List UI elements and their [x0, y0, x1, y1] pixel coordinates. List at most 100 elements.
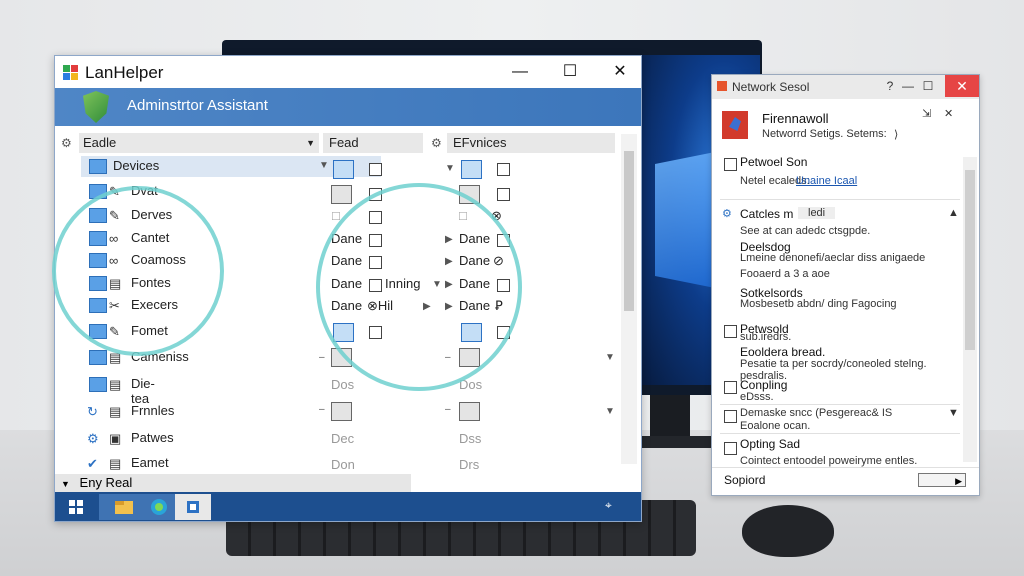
chevron-down-icon[interactable]: ▼	[605, 406, 615, 417]
share-icon: ↻	[87, 404, 98, 419]
section-title: Conpling	[740, 378, 788, 392]
cell-value: Dos	[331, 377, 355, 392]
section-line: eDsss.	[740, 391, 774, 403]
section-line: See at can adedc ctsgpde.	[740, 225, 871, 237]
pin-icon[interactable]: ⇲	[922, 107, 931, 120]
close-icon[interactable]: ✕	[944, 107, 953, 120]
footer-button[interactable]: ▶	[918, 473, 966, 487]
column-header-3[interactable]: EFvnices	[447, 133, 615, 153]
lanhelper-logo-icon	[63, 65, 79, 81]
minimize-button[interactable]: —	[507, 61, 533, 83]
section-title: Demaske sncc (Pesgereac& IS	[740, 407, 893, 419]
check-icon: ✔	[87, 456, 98, 471]
divider	[720, 199, 960, 200]
folder-icon	[89, 377, 107, 392]
cell-value: Dss	[459, 431, 482, 446]
section-line: Pesatie ta per socrdy/coneoled stelng.	[740, 358, 927, 370]
divider	[720, 404, 960, 405]
document-icon: ▤	[109, 377, 122, 392]
chevron-down-icon[interactable]: ▼	[948, 407, 959, 419]
chevron-right-icon[interactable]: ⟩	[894, 128, 898, 141]
tree-row[interactable]: Devices ▼	[83, 157, 329, 177]
checkbox[interactable]	[369, 163, 382, 176]
folder-icon	[89, 159, 107, 174]
firewall-icon	[722, 111, 748, 139]
highlight-circle	[316, 183, 522, 391]
checkbox[interactable]	[724, 158, 737, 171]
windows-start-icon[interactable]	[63, 494, 89, 520]
section-link[interactable]: Unaine Icaal	[796, 175, 857, 187]
close-button[interactable]: ✕	[607, 61, 633, 83]
status-box	[461, 160, 482, 179]
status-box	[331, 185, 352, 204]
cell-value: Drs	[459, 457, 480, 472]
app-icon	[717, 81, 727, 91]
checkbox[interactable]	[497, 163, 510, 176]
section-line: Fooaerd a 3 a aoe	[740, 268, 830, 280]
section-line: Cointect entoodel poweiryme entles.	[740, 455, 918, 467]
status-box	[333, 160, 354, 179]
section-line: sub.iredrs.	[740, 331, 792, 343]
document-icon: ▤	[109, 404, 122, 419]
column-header-1[interactable]: Eadle ▼	[79, 133, 319, 153]
document-icon: ▤	[109, 456, 122, 471]
section-title: Opting Sad	[740, 437, 801, 451]
window-title: LanHelper	[85, 63, 164, 82]
chevron-right-icon[interactable]: ▼	[445, 163, 455, 174]
dash-icon: –	[319, 352, 325, 363]
section-line: Mosbesetb abdn/ ding Fagocing	[740, 298, 897, 310]
banner-title: Adminstrtor Assistant	[127, 97, 268, 114]
taskbar: ⌖	[55, 492, 641, 521]
maximize-button[interactable]: ☐	[557, 61, 583, 83]
cell-value: Don	[331, 457, 355, 472]
dash-icon: –	[319, 404, 325, 415]
help-button[interactable]: ?	[882, 78, 898, 94]
banner: Adminstrtor Assistant	[55, 88, 641, 126]
divider	[720, 433, 960, 434]
mouse	[742, 505, 834, 557]
gear-icon: ⚙	[87, 431, 99, 446]
gear-icon[interactable]: ⚙	[431, 136, 442, 150]
browser-icon[interactable]	[139, 494, 179, 520]
divider	[712, 467, 979, 468]
status-box	[459, 402, 480, 421]
network-settings-window: Network Sesol ? — ☐ ✕ Firennawoll Networ…	[711, 74, 980, 496]
checkbox[interactable]	[724, 325, 737, 338]
panel-heading: Firennawoll	[762, 111, 829, 126]
scrollbar-thumb[interactable]	[965, 170, 975, 350]
scrollbar-thumb[interactable]	[624, 151, 634, 311]
title-bar[interactable]: Network Sesol ? — ☐ ✕	[712, 75, 979, 99]
chevron-up-icon[interactable]: ▲	[948, 207, 959, 219]
section-title: Catcles m	[740, 207, 794, 221]
footer-label: Sopiord	[724, 473, 766, 487]
shield-icon	[83, 91, 109, 123]
chevron-down-icon[interactable]: ▼	[605, 352, 615, 363]
tray-icon[interactable]: ⌖	[605, 498, 612, 513]
status-bar: ▼ Eny Real	[55, 474, 411, 492]
close-button[interactable]: ✕	[945, 75, 979, 97]
dash-icon: –	[445, 404, 451, 415]
window-title: Network Sesol	[732, 80, 810, 94]
section-title: Petwoel Son	[740, 155, 808, 169]
highlight-circle	[52, 186, 224, 356]
section-line: Eoalone ocan.	[740, 420, 811, 432]
minimize-button[interactable]: —	[900, 78, 916, 94]
checkbox[interactable]	[724, 442, 737, 455]
section-line: Lmeine denonefi/aeclar diss anigaede	[740, 252, 926, 264]
title-bar[interactable]: LanHelper — ☐ ✕	[55, 56, 641, 88]
section-line: Eooldera bread.	[740, 345, 826, 359]
package-icon: ▣	[109, 431, 122, 446]
monitor-stand	[650, 395, 690, 440]
folder-icon	[89, 350, 107, 365]
checkbox[interactable]	[724, 381, 737, 394]
column-header-2[interactable]: Fead	[323, 133, 423, 153]
maximize-button[interactable]: ☐	[920, 78, 936, 94]
status-box	[331, 402, 352, 421]
checkbox[interactable]	[724, 410, 737, 423]
gear-icon: ⚙	[722, 208, 732, 220]
gear-icon[interactable]: ⚙	[61, 136, 72, 150]
panel-subheading: Networrd Setigs. Setems:	[762, 128, 887, 140]
section-tag: ledi	[798, 207, 836, 219]
app-icon[interactable]	[175, 494, 211, 520]
checkbox[interactable]	[497, 188, 510, 201]
